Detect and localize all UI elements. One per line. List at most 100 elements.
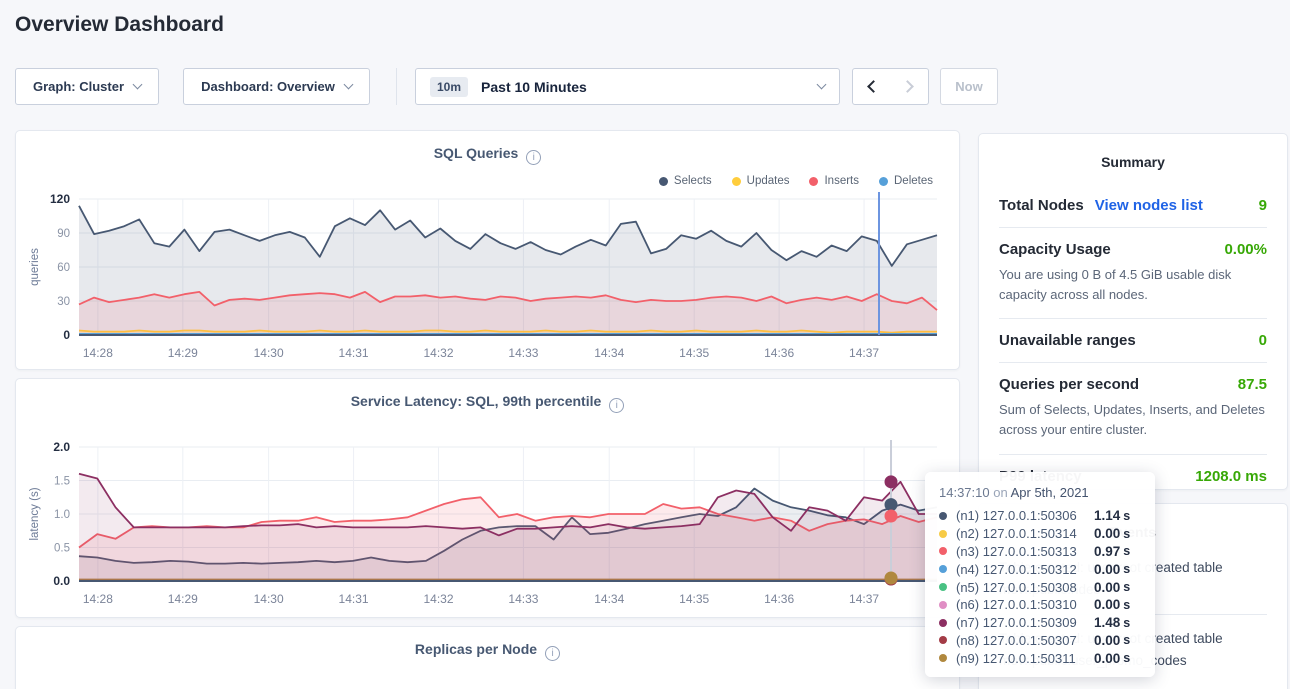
legend-dot	[879, 177, 888, 186]
chevron-left-icon	[867, 80, 880, 93]
legend-item-updates[interactable]: Updates	[732, 175, 790, 187]
svg-text:14:32: 14:32	[423, 592, 453, 606]
svg-text:60: 60	[57, 262, 70, 274]
tooltip-node-label: (n6) 127.0.0.1:50310	[956, 597, 1094, 612]
legend-item-deletes[interactable]: Deletes	[879, 175, 933, 187]
svg-text:0.0: 0.0	[53, 574, 70, 588]
tooltip-node-label: (n8) 127.0.0.1:50307	[956, 633, 1094, 648]
svg-text:14:28: 14:28	[83, 346, 113, 360]
tooltip-unit: s	[1123, 509, 1130, 523]
summary-row-label: Unavailable ranges	[999, 332, 1136, 349]
sql-queries-title: SQL Queriesi	[16, 145, 959, 165]
dashboard-dropdown[interactable]: Dashboard: Overview	[183, 68, 370, 105]
tooltip-node-value: 0.00	[1094, 580, 1120, 595]
chart-hover-tooltip: 14:37:10 on Apr 5th, 2021 (n1) 127.0.0.1…	[925, 472, 1155, 677]
svg-text:14:31: 14:31	[339, 346, 369, 360]
chevron-down-icon	[133, 80, 143, 90]
tooltip-node-value: 0.00	[1094, 633, 1120, 648]
tooltip-unit: s	[1123, 527, 1130, 541]
page-title: Overview Dashboard	[15, 13, 224, 37]
tooltip-row: (n8) 127.0.0.1:503070.00s	[939, 632, 1141, 650]
info-icon[interactable]: i	[526, 150, 541, 165]
summary-row-value: 9	[1259, 197, 1267, 214]
summary-row: Capacity Usage0.00%You are using 0 B of …	[999, 228, 1267, 319]
summary-row-value: 1208.0 ms	[1195, 468, 1267, 485]
graph-dropdown[interactable]: Graph: Cluster	[15, 68, 159, 105]
summary-title: Summary	[979, 154, 1287, 170]
tooltip-row: (n1) 127.0.0.1:503061.14s	[939, 507, 1141, 525]
tooltip-rows: (n1) 127.0.0.1:503061.14s(n2) 127.0.0.1:…	[939, 507, 1141, 667]
info-icon[interactable]: i	[545, 646, 560, 661]
svg-text:14:37: 14:37	[849, 346, 879, 360]
svg-text:14:36: 14:36	[764, 592, 794, 606]
summary-row-description: You are using 0 B of 4.5 GiB usable disk…	[999, 265, 1267, 305]
legend-label: Inserts	[824, 175, 859, 187]
tooltip-node-label: (n5) 127.0.0.1:50308	[956, 580, 1094, 595]
series-color-dot	[939, 636, 947, 644]
series-color-dot	[939, 565, 947, 573]
legend-item-selects[interactable]: Selects	[659, 175, 712, 187]
series-color-dot	[939, 601, 947, 609]
time-next-button[interactable]	[890, 68, 929, 105]
svg-text:1.0: 1.0	[54, 509, 70, 521]
tooltip-node-label: (n1) 127.0.0.1:50306	[956, 508, 1094, 523]
series-color-dot	[939, 512, 947, 520]
tooltip-timestamp: 14:37:10 on Apr 5th, 2021	[939, 485, 1141, 500]
dashboard-dropdown-label: Dashboard: Overview	[201, 79, 335, 94]
svg-text:120: 120	[50, 192, 70, 206]
svg-text:queries: queries	[29, 248, 41, 286]
tooltip-node-value: 0.00	[1094, 526, 1120, 541]
svg-text:0.5: 0.5	[54, 543, 70, 555]
summary-row-value: 87.5	[1238, 376, 1267, 393]
summary-row-value: 0	[1259, 332, 1267, 349]
summary-row: Unavailable ranges 0	[999, 319, 1267, 363]
view-nodes-list-link[interactable]: View nodes list	[1095, 197, 1203, 214]
tooltip-node-label: (n4) 127.0.0.1:50312	[956, 562, 1094, 577]
tooltip-unit: s	[1123, 616, 1130, 630]
replicas-per-node-title: Replicas per Nodei	[16, 641, 959, 661]
summary-row: Queries per second 87.5 Sum of Selects, Up…	[999, 363, 1267, 454]
tooltip-node-value: 0.00	[1094, 651, 1120, 666]
tooltip-row: (n2) 127.0.0.1:503140.00s	[939, 525, 1141, 543]
legend-dot	[732, 177, 741, 186]
series-color-dot	[939, 530, 947, 538]
tooltip-unit: s	[1123, 544, 1130, 558]
legend-dot	[659, 177, 668, 186]
tooltip-unit: s	[1123, 598, 1130, 612]
chevron-right-icon	[901, 80, 914, 93]
tooltip-node-value: 1.14	[1094, 508, 1120, 523]
summary-row: Total Nodes View nodes list 9	[999, 184, 1267, 228]
time-range-label: Past 10 Minutes	[481, 79, 587, 95]
time-prev-button[interactable]	[852, 68, 891, 105]
service-latency-chart[interactable]: 0.00.51.01.52.014:2814:2914:3014:3114:32…	[24, 437, 953, 617]
summary-row-value: 0.00%	[1224, 241, 1267, 258]
summary-row-label: Queries per second	[999, 376, 1139, 393]
time-range-badge: 10m	[430, 77, 468, 97]
info-icon[interactable]: i	[609, 398, 624, 413]
sql-queries-chart[interactable]: 030609012014:2814:2914:3014:3114:3214:33…	[24, 189, 953, 369]
tooltip-row: (n3) 127.0.0.1:503130.97s	[939, 543, 1141, 561]
now-button[interactable]: Now	[940, 68, 998, 105]
legend-item-inserts[interactable]: Inserts	[809, 175, 859, 187]
tooltip-unit: s	[1123, 580, 1130, 594]
summary-panel: Summary Total Nodes View nodes list 9 Capac…	[978, 133, 1288, 490]
tooltip-node-label: (n7) 127.0.0.1:50309	[956, 615, 1094, 630]
svg-text:2.0: 2.0	[53, 440, 70, 454]
svg-text:14:30: 14:30	[254, 346, 284, 360]
time-range-selector[interactable]: 10m Past 10 Minutes	[415, 68, 840, 105]
svg-text:0: 0	[63, 328, 70, 342]
svg-text:14:35: 14:35	[679, 592, 709, 606]
svg-text:14:36: 14:36	[764, 346, 794, 360]
tooltip-node-label: (n3) 127.0.0.1:50313	[956, 544, 1094, 559]
sql-queries-legend: Selects Updates Inserts Deletes	[659, 175, 933, 187]
tooltip-row: (n4) 127.0.0.1:503120.00s	[939, 560, 1141, 578]
summary-row-label: Total Nodes	[999, 197, 1084, 214]
tooltip-node-label: (n2) 127.0.0.1:50314	[956, 526, 1094, 541]
svg-text:14:34: 14:34	[594, 592, 624, 606]
svg-text:1.5: 1.5	[54, 476, 70, 488]
svg-text:14:31: 14:31	[339, 592, 369, 606]
tooltip-node-label: (n9) 127.0.0.1:50311	[956, 651, 1094, 666]
summary-row-description: Sum of Selects, Updates, Inserts, and De…	[999, 400, 1267, 440]
tooltip-row: (n9) 127.0.0.1:503110.00s	[939, 649, 1141, 667]
tooltip-unit: s	[1123, 562, 1130, 576]
